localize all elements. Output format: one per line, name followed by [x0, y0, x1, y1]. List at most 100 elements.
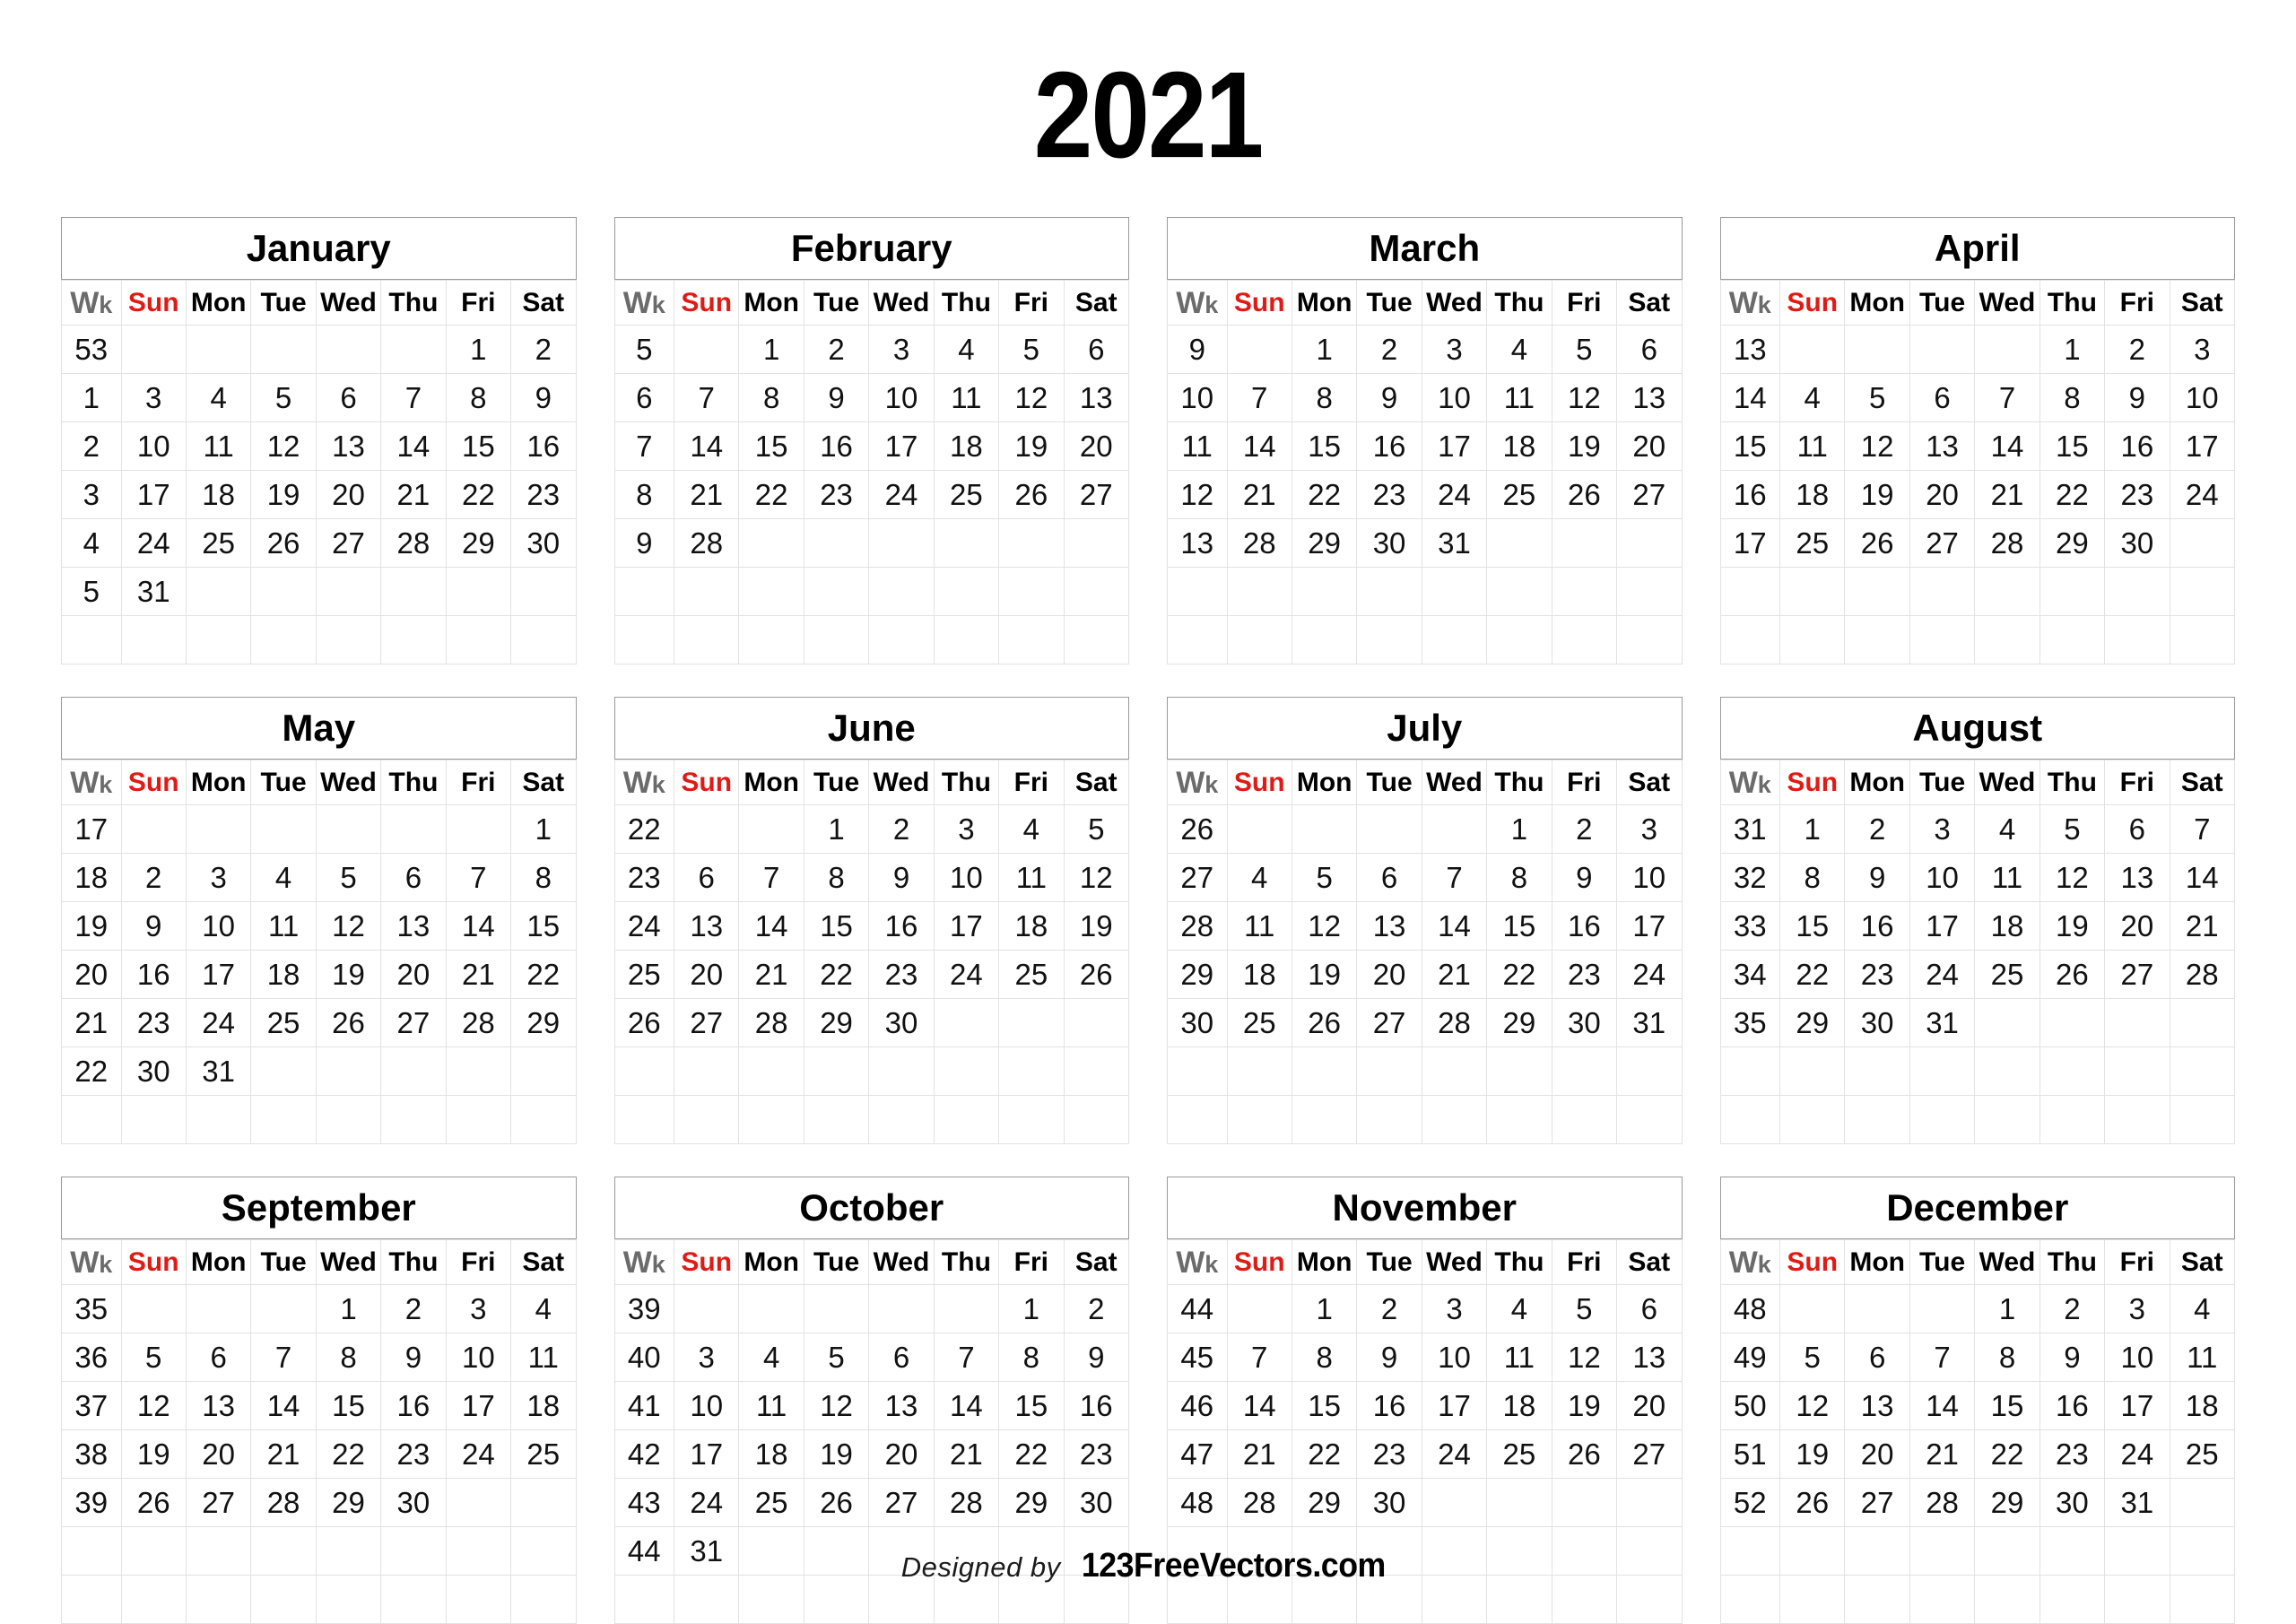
day-cell[interactable]: 19 — [1291, 950, 1358, 999]
day-cell[interactable]: 12 — [1291, 901, 1358, 951]
day-cell[interactable]: 1 — [998, 1284, 1065, 1333]
day-cell[interactable]: 21 — [1226, 1429, 1292, 1479]
day-cell[interactable]: 27 — [1356, 998, 1422, 1047]
day-cell[interactable]: 14 — [738, 901, 804, 951]
day-cell[interactable]: 11 — [510, 1333, 577, 1382]
day-cell[interactable]: 25 — [250, 998, 317, 1047]
day-cell[interactable]: 16 — [510, 421, 577, 471]
day-cell[interactable]: 27 — [1063, 470, 1130, 519]
day-cell[interactable]: 28 — [1909, 1478, 1976, 1527]
day-cell[interactable]: 26 — [803, 1478, 870, 1527]
day-cell[interactable]: 3 — [185, 853, 252, 902]
day-cell[interactable]: 4 — [2169, 1284, 2236, 1333]
day-cell[interactable]: 14 — [1421, 901, 1488, 951]
day-cell[interactable]: 19 — [1551, 421, 1618, 471]
day-cell[interactable]: 21 — [1974, 470, 2040, 519]
day-cell[interactable]: 25 — [1486, 1429, 1552, 1479]
day-cell[interactable]: 1 — [510, 804, 577, 854]
day-cell[interactable]: 8 — [2039, 373, 2106, 422]
day-cell[interactable]: 17 — [445, 1381, 512, 1430]
day-cell[interactable]: 15 — [1974, 1381, 2040, 1430]
day-cell[interactable]: 12 — [998, 373, 1065, 422]
day-cell[interactable]: 4 — [1779, 373, 1846, 422]
day-cell[interactable]: 7 — [250, 1333, 317, 1382]
day-cell[interactable]: 7 — [1974, 373, 2040, 422]
day-cell[interactable]: 23 — [120, 998, 187, 1047]
day-cell[interactable]: 21 — [738, 950, 804, 999]
day-cell[interactable]: 4 — [1974, 804, 2040, 854]
day-cell[interactable]: 5 — [1063, 804, 1130, 854]
day-cell[interactable]: 9 — [868, 853, 935, 902]
day-cell[interactable]: 28 — [2169, 950, 2236, 999]
day-cell[interactable]: 15 — [1291, 421, 1358, 471]
day-cell[interactable]: 30 — [380, 1478, 447, 1527]
day-cell[interactable]: 18 — [1486, 1381, 1552, 1430]
day-cell[interactable]: 3 — [2169, 325, 2236, 374]
day-cell[interactable]: 8 — [998, 1333, 1065, 1382]
day-cell[interactable]: 15 — [510, 901, 577, 951]
day-cell[interactable]: 4 — [738, 1333, 804, 1382]
day-cell[interactable]: 10 — [1421, 373, 1488, 422]
day-cell[interactable]: 2 — [1063, 1284, 1130, 1333]
day-cell[interactable]: 10 — [120, 421, 187, 471]
day-cell[interactable]: 19 — [1779, 1429, 1846, 1479]
day-cell[interactable]: 8 — [1974, 1333, 2040, 1382]
day-cell[interactable]: 25 — [1974, 950, 2040, 999]
day-cell[interactable]: 2 — [1356, 325, 1422, 374]
day-cell[interactable]: 2 — [1551, 804, 1618, 854]
day-cell[interactable]: 5 — [1779, 1333, 1846, 1382]
day-cell[interactable]: 14 — [933, 1381, 1000, 1430]
day-cell[interactable]: 18 — [1226, 950, 1292, 999]
day-cell[interactable]: 7 — [380, 373, 447, 422]
day-cell[interactable]: 27 — [185, 1478, 252, 1527]
day-cell[interactable]: 11 — [250, 901, 317, 951]
day-cell[interactable]: 14 — [1974, 421, 2040, 471]
day-cell[interactable]: 29 — [998, 1478, 1065, 1527]
day-cell[interactable]: 11 — [998, 853, 1065, 902]
day-cell[interactable]: 26 — [120, 1478, 187, 1527]
day-cell[interactable]: 16 — [2104, 421, 2170, 471]
day-cell[interactable]: 18 — [998, 901, 1065, 951]
day-cell[interactable]: 19 — [1063, 901, 1130, 951]
day-cell[interactable]: 29 — [510, 998, 577, 1047]
day-cell[interactable]: 20 — [315, 470, 382, 519]
day-cell[interactable]: 27 — [315, 518, 382, 568]
day-cell[interactable]: 23 — [1551, 950, 1618, 999]
day-cell[interactable]: 2 — [510, 325, 577, 374]
day-cell[interactable]: 12 — [803, 1381, 870, 1430]
day-cell[interactable]: 9 — [380, 1333, 447, 1382]
day-cell[interactable]: 6 — [185, 1333, 252, 1382]
day-cell[interactable]: 3 — [674, 1333, 740, 1382]
day-cell[interactable]: 6 — [1616, 1284, 1683, 1333]
day-cell[interactable]: 25 — [1486, 470, 1552, 519]
day-cell[interactable]: 29 — [1291, 1478, 1358, 1527]
day-cell[interactable]: 3 — [868, 325, 935, 374]
day-cell[interactable]: 6 — [1844, 1333, 1910, 1382]
day-cell[interactable]: 9 — [803, 373, 870, 422]
day-cell[interactable]: 6 — [2104, 804, 2170, 854]
day-cell[interactable]: 5 — [315, 853, 382, 902]
day-cell[interactable]: 19 — [998, 421, 1065, 471]
day-cell[interactable]: 4 — [933, 325, 1000, 374]
day-cell[interactable]: 16 — [868, 901, 935, 951]
day-cell[interactable]: 3 — [1616, 804, 1683, 854]
day-cell[interactable]: 29 — [1974, 1478, 2040, 1527]
day-cell[interactable]: 1 — [1486, 804, 1552, 854]
day-cell[interactable]: 7 — [1421, 853, 1488, 902]
day-cell[interactable]: 24 — [2104, 1429, 2170, 1479]
day-cell[interactable]: 21 — [250, 1429, 317, 1479]
day-cell[interactable]: 25 — [933, 470, 1000, 519]
day-cell[interactable]: 10 — [1616, 853, 1683, 902]
day-cell[interactable]: 25 — [2169, 1429, 2236, 1479]
day-cell[interactable]: 27 — [2104, 950, 2170, 999]
day-cell[interactable]: 2 — [868, 804, 935, 854]
day-cell[interactable]: 20 — [1844, 1429, 1910, 1479]
day-cell[interactable]: 22 — [510, 950, 577, 999]
day-cell[interactable]: 1 — [1779, 804, 1846, 854]
day-cell[interactable]: 28 — [380, 518, 447, 568]
day-cell[interactable]: 9 — [1063, 1333, 1130, 1382]
day-cell[interactable]: 28 — [1421, 998, 1488, 1047]
day-cell[interactable]: 26 — [1551, 470, 1618, 519]
day-cell[interactable]: 24 — [1909, 950, 1976, 999]
day-cell[interactable]: 15 — [803, 901, 870, 951]
